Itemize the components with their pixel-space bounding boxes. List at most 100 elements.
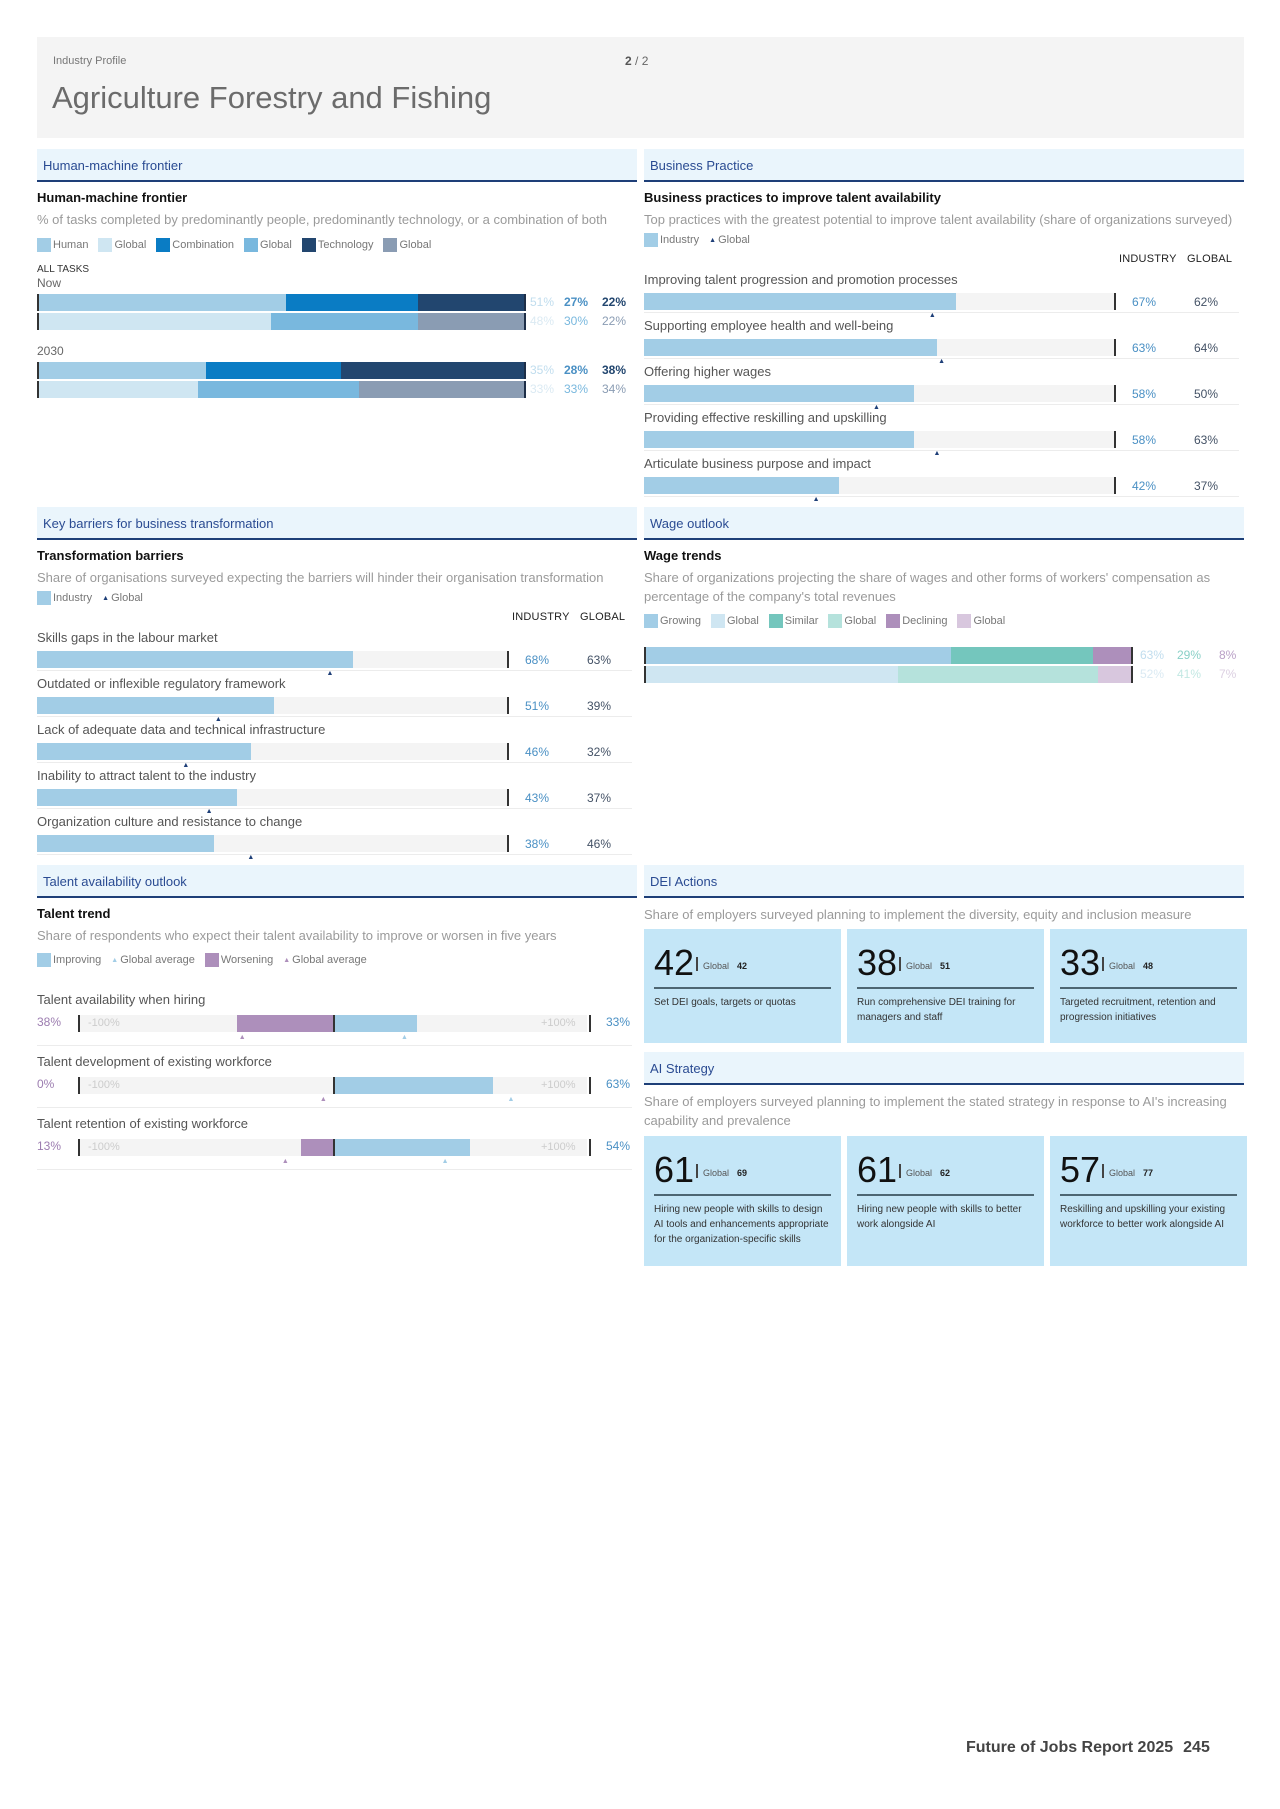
legend-swatch <box>828 614 843 628</box>
value-label-human: 48% <box>530 314 555 328</box>
global-value: 50% <box>1194 387 1219 401</box>
legend-swatch <box>301 238 316 252</box>
legend-item-improving: Improving <box>37 953 101 967</box>
bar-segment-human <box>37 294 286 311</box>
bar-end-tick <box>507 743 509 760</box>
chart-title: Human-machine frontier <box>37 190 188 205</box>
row-separator <box>644 404 1239 405</box>
bar-fill-industry <box>37 697 275 714</box>
worsening-value: 38% <box>37 1015 62 1029</box>
stat-value: 42 <box>654 942 695 983</box>
legend-swatch <box>644 614 658 628</box>
group-label: 2030 <box>37 344 64 358</box>
stat-divider <box>696 1164 698 1178</box>
legend-swatch <box>383 238 398 252</box>
stat-value: 57 <box>1060 1149 1101 1190</box>
row-label: Talent availability when hiring <box>37 992 206 1007</box>
global-value: 42 <box>737 961 748 971</box>
legend-item-worsening: Worsening <box>204 953 273 967</box>
stat-card: 57 Global 77 Reskilling and upskilling your… <box>1050 1136 1247 1266</box>
bar-end-line <box>1131 647 1133 664</box>
bar-segment-combination <box>285 294 418 311</box>
page-header: Industry Profile 2 / 2 Agriculture Fores… <box>37 37 1244 138</box>
legend-item: Similar <box>768 614 818 628</box>
global-value: 46% <box>587 837 612 851</box>
stat-underline <box>857 987 1034 989</box>
row-label: Outdated or inflexible regulatory framew… <box>37 676 286 691</box>
legend-swatch <box>204 953 219 967</box>
legend-label: Combination <box>172 239 235 251</box>
value-label-technology: 34% <box>602 382 627 396</box>
section-header: Talent availability outlook <box>37 865 637 898</box>
center-line <box>332 1015 335 1032</box>
row-label: Talent development of existing workforce <box>37 1054 272 1069</box>
stat-value: 61 <box>857 1149 898 1190</box>
legend-item-global-worsening: ▲ Global average <box>283 954 367 966</box>
legend-label: Global <box>260 239 292 251</box>
bar-track <box>644 339 1114 356</box>
axis-max-label: +100% <box>541 1079 576 1091</box>
column-header-industry: INDUSTRY <box>512 611 570 623</box>
bar-segment-technology <box>359 381 525 398</box>
row-separator <box>644 450 1239 451</box>
value-label-declining: 8% <box>1219 648 1237 662</box>
stat-description: Hiring new people with skills to better … <box>857 1204 1022 1230</box>
bar-fill-industry <box>37 651 354 668</box>
bar-fill-industry <box>37 743 251 760</box>
value-label-similar: 29% <box>1177 648 1202 662</box>
bar-end-tick <box>1114 477 1116 494</box>
bar-fill-industry <box>644 385 914 402</box>
global-improving-marker-icon: ▲ <box>441 1158 449 1165</box>
legend-label: Global <box>399 239 432 251</box>
stacked-bar-industry <box>644 647 1133 664</box>
axis-max-label: +100% <box>541 1141 576 1153</box>
legend-swatch <box>37 953 51 967</box>
global-value: 37% <box>1194 479 1219 493</box>
page-title: Agriculture Forestry and Fishing <box>52 80 492 115</box>
bar-end-line <box>524 362 526 379</box>
row-label: Offering higher wages <box>644 364 771 379</box>
legend-swatch <box>644 233 658 247</box>
bar-fill-industry <box>644 431 914 448</box>
bar-segment-combination <box>271 313 418 330</box>
legend-item: Global <box>828 614 876 628</box>
row-label: Articulate business purpose and impact <box>644 456 871 471</box>
bar-start-line <box>644 666 646 683</box>
bar-segment-declining <box>1092 647 1132 664</box>
bar-fill-industry <box>644 477 840 494</box>
chart-title: Transformation barriers <box>37 548 184 563</box>
bar-track <box>37 743 507 760</box>
section-subtitle: Share of employers surveyed planning to … <box>644 1094 1227 1128</box>
chart-legend: Industry ▲ Global <box>37 591 637 605</box>
panel-human-machine-frontier: Human-machine frontier Human-machine fro… <box>37 149 637 494</box>
global-value: 62 <box>940 1168 951 1178</box>
bar-start-line <box>37 313 39 330</box>
global-label: Global <box>1109 961 1136 971</box>
bar-improving <box>333 1139 471 1156</box>
global-marker-icon: ▲ <box>247 854 255 861</box>
industry-value: 58% <box>1132 433 1157 447</box>
legend-swatch <box>156 238 171 252</box>
industry-value: 46% <box>525 745 550 759</box>
page-number: 245 <box>1183 1739 1210 1756</box>
bar-end-tick <box>507 651 509 668</box>
page-indicator: 2 / 2 <box>625 54 649 68</box>
triangle-marker-icon: ▲ <box>111 956 119 964</box>
chart-title: Talent trend <box>37 906 111 921</box>
industry-value: 38% <box>525 837 550 851</box>
bar-end-tick <box>1114 385 1116 402</box>
row-separator <box>37 854 632 855</box>
panel-wage-outlook: Wage outlook Wage trends Share of organi… <box>644 507 1244 707</box>
bar-track <box>37 651 507 668</box>
value-label-human: 35% <box>530 363 555 377</box>
legend-swatch <box>957 614 972 628</box>
legend-item: Technology <box>301 238 373 252</box>
stat-description: Run comprehensive DEI training for manag… <box>857 997 1016 1023</box>
stat-card: 61 Global 69 Hiring new people with skills … <box>644 1136 841 1266</box>
page-footer: Future of Jobs Report 2025 245 <box>966 1739 1210 1757</box>
row-label: Supporting employee health and well-bein… <box>644 318 894 333</box>
section-header: AI Strategy <box>644 1052 1244 1085</box>
triangle-marker-icon: ▲ <box>283 956 291 964</box>
value-label-human: 33% <box>530 382 555 396</box>
bar-track <box>644 431 1114 448</box>
